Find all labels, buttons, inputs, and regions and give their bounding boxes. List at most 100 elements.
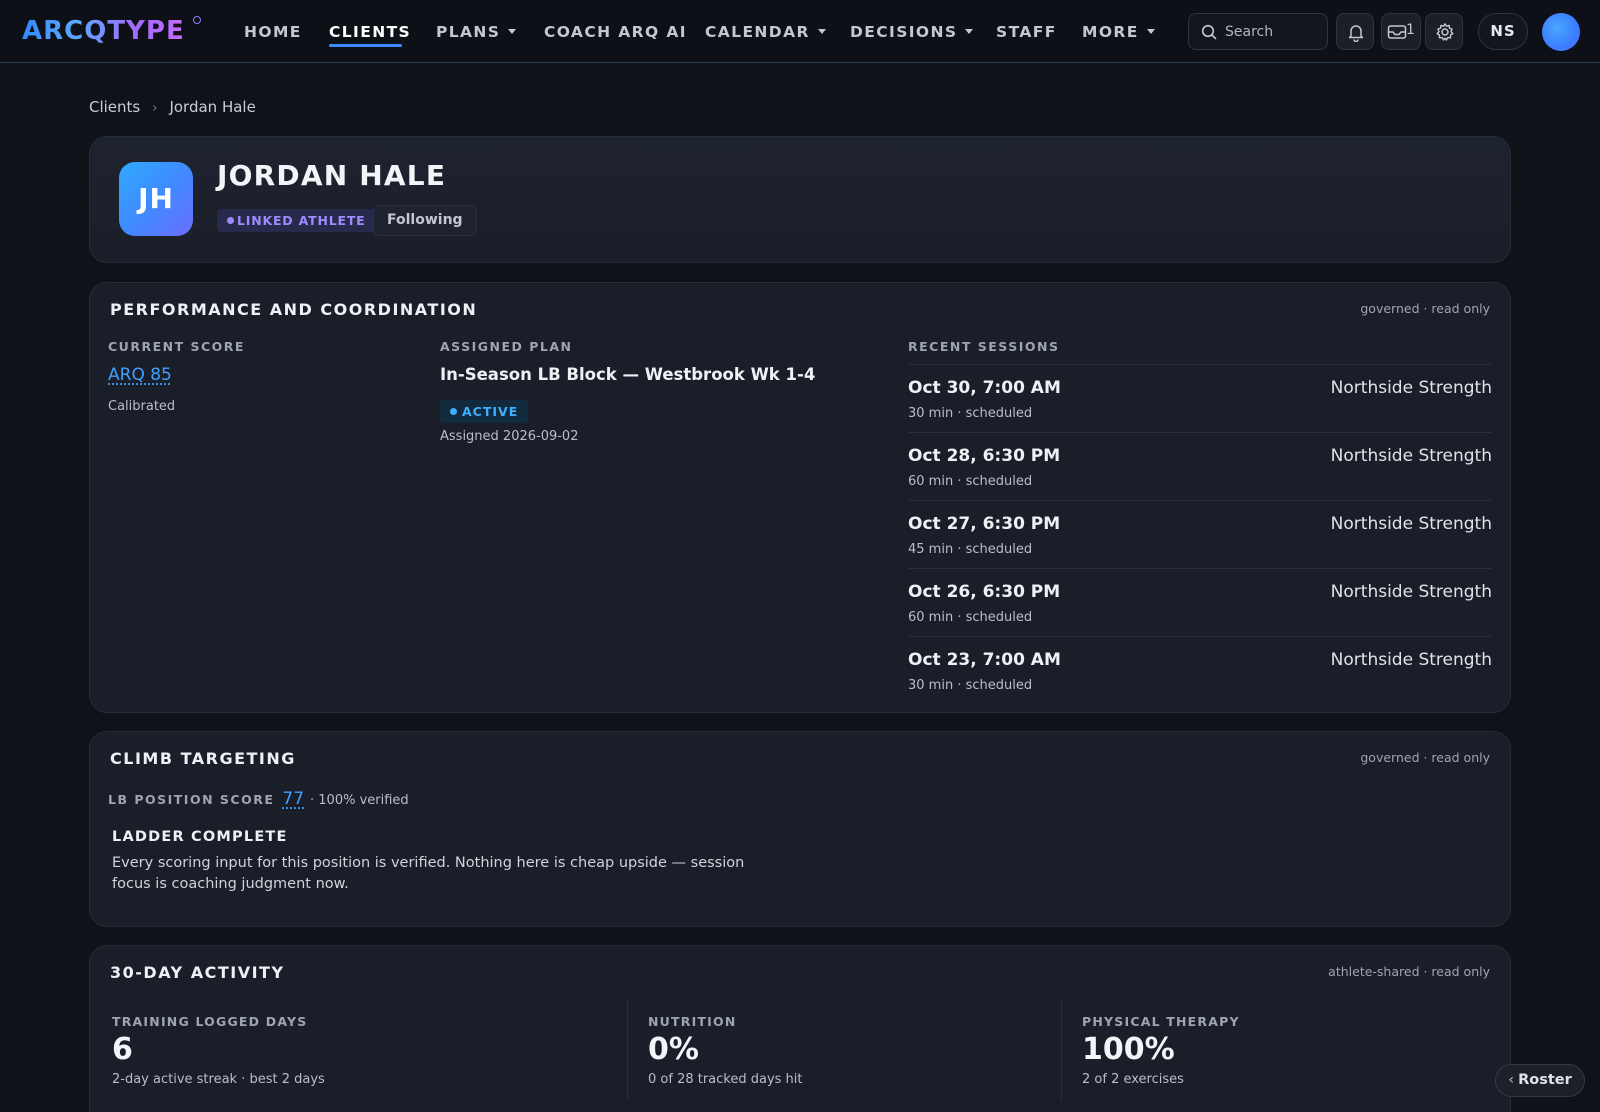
activity-meta: athlete-shared · read only: [1328, 964, 1490, 979]
stat-detail: 2-day active streak · best 2 days: [112, 1072, 325, 1087]
chevron-right-icon: ›: [152, 101, 157, 116]
session-location: Northside Strength: [1331, 582, 1492, 602]
notifications-button[interactable]: [1336, 13, 1374, 50]
activity-title: 30-DAY ACTIVITY: [110, 963, 285, 982]
nav-decisions-label: DECISIONS: [850, 23, 957, 41]
following-button[interactable]: Following: [373, 205, 477, 236]
profile-avatar: JH: [119, 162, 193, 236]
session-detail: 30 min · scheduled: [908, 406, 1032, 421]
top-nav: ARCQTYPE HOME CLIENTS PLANS COACH ARQ AI…: [0, 0, 1600, 63]
stat-detail: 0 of 28 tracked days hit: [648, 1072, 803, 1087]
stat-training: TRAINING LOGGED DAYS 6 2-day active stre…: [112, 1002, 612, 1112]
breadcrumb-clients-link[interactable]: Clients: [89, 98, 140, 116]
inbox-icon: [1387, 22, 1407, 42]
caret-down-icon: [1147, 29, 1155, 34]
session-date: Oct 26, 6:30 PM: [908, 582, 1060, 602]
stat-value: 6: [112, 1032, 133, 1067]
session-detail: 45 min · scheduled: [908, 542, 1032, 557]
stat-divider: [627, 1001, 628, 1101]
score-status: Calibrated: [108, 399, 175, 414]
arq-score-link[interactable]: ARQ 85: [108, 365, 172, 385]
search-icon: [1201, 24, 1217, 40]
lb-verified-text: · 100% verified: [310, 793, 409, 808]
stat-label: NUTRITION: [648, 1014, 736, 1029]
profile-name: JORDAN HALE: [217, 159, 446, 192]
lb-position-score-link[interactable]: 77: [282, 789, 304, 809]
climb-title: CLIMB TARGETING: [110, 749, 296, 768]
plan-status-badge: ACTIVE: [440, 400, 528, 423]
inbox-count-badge: 1: [1406, 22, 1415, 38]
registered-mark-icon: [193, 16, 201, 24]
recent-sessions-label: RECENT SESSIONS: [908, 339, 1059, 354]
performance-title: PERFORMANCE AND COORDINATION: [110, 300, 477, 319]
session-row[interactable]: Oct 23, 7:00 AM 30 min · scheduled North…: [908, 636, 1492, 704]
settings-button[interactable]: [1425, 13, 1463, 50]
performance-meta: governed · read only: [1360, 301, 1490, 316]
plan-name[interactable]: In-Season LB Block — Westbrook Wk 1-4: [440, 365, 815, 384]
nav-active-indicator: [329, 44, 402, 47]
search-box[interactable]: [1188, 13, 1328, 50]
user-initials-button[interactable]: NS: [1478, 13, 1528, 50]
session-location: Northside Strength: [1331, 650, 1492, 670]
nav-more-label: MORE: [1082, 23, 1139, 41]
brand-logo[interactable]: ARCQTYPE: [22, 14, 185, 48]
session-row[interactable]: Oct 30, 7:00 AM 30 min · scheduled North…: [908, 364, 1492, 432]
nav-more[interactable]: MORE: [1082, 18, 1155, 46]
inbox-button[interactable]: 1: [1381, 13, 1421, 50]
stat-label: PHYSICAL THERAPY: [1082, 1014, 1240, 1029]
avatar[interactable]: [1542, 13, 1580, 51]
linked-athlete-badge: LINKED ATHLETE: [217, 209, 376, 232]
breadcrumb: Clients › Jordan Hale: [89, 98, 256, 116]
caret-down-icon: [965, 29, 973, 34]
session-location: Northside Strength: [1331, 446, 1492, 466]
session-row[interactable]: Oct 26, 6:30 PM 60 min · scheduled North…: [908, 568, 1492, 636]
nav-coach-arq-ai[interactable]: COACH ARQ AI: [544, 18, 687, 46]
session-location: Northside Strength: [1331, 378, 1492, 398]
session-row[interactable]: Oct 27, 6:30 PM 45 min · scheduled North…: [908, 500, 1492, 568]
session-location: Northside Strength: [1331, 514, 1492, 534]
plan-assigned-date: Assigned 2026-09-02: [440, 429, 578, 444]
lb-position-row: LB POSITION SCORE 77 · 100% verified: [108, 789, 409, 809]
climb-meta: governed · read only: [1360, 750, 1490, 765]
session-date: Oct 23, 7:00 AM: [908, 650, 1061, 670]
roster-button[interactable]: ‹ Roster: [1495, 1064, 1585, 1097]
climb-targeting-card: CLIMB TARGETING governed · read only LB …: [89, 731, 1511, 927]
activity-card: 30-DAY ACTIVITY athlete-shared · read on…: [89, 945, 1511, 1112]
nav-plans[interactable]: PLANS: [436, 18, 516, 46]
assigned-plan-label: ASSIGNED PLAN: [440, 339, 573, 354]
nav-decisions[interactable]: DECISIONS: [850, 18, 973, 46]
bell-icon: [1346, 22, 1366, 42]
stat-value: 0%: [648, 1032, 699, 1067]
stat-value: 100%: [1082, 1032, 1175, 1067]
nav-plans-label: PLANS: [436, 23, 500, 41]
roster-button-label: Roster: [1518, 1072, 1572, 1088]
nav-calendar[interactable]: CALENDAR: [705, 18, 826, 46]
breadcrumb-current: Jordan Hale: [169, 98, 255, 116]
performance-card: PERFORMANCE AND COORDINATION governed · …: [89, 282, 1511, 713]
session-date: Oct 27, 6:30 PM: [908, 514, 1060, 534]
nav-calendar-label: CALENDAR: [705, 23, 810, 41]
session-date: Oct 28, 6:30 PM: [908, 446, 1060, 466]
ladder-title: LADDER COMPLETE: [112, 829, 288, 845]
caret-down-icon: [818, 29, 826, 34]
stat-physical-therapy: PHYSICAL THERAPY 100% 2 of 2 exercises: [1082, 1002, 1482, 1112]
nav-staff[interactable]: STAFF: [996, 18, 1057, 46]
stat-nutrition: NUTRITION 0% 0 of 28 tracked days hit: [648, 1002, 1048, 1112]
session-detail: 60 min · scheduled: [908, 474, 1032, 489]
session-row[interactable]: Oct 28, 6:30 PM 60 min · scheduled North…: [908, 432, 1492, 500]
session-detail: 60 min · scheduled: [908, 610, 1032, 625]
nav-clients[interactable]: CLIENTS: [329, 18, 411, 46]
current-score-label: CURRENT SCORE: [108, 339, 245, 354]
gear-icon: [1435, 22, 1455, 42]
search-input[interactable]: [1225, 14, 1321, 49]
stat-label: TRAINING LOGGED DAYS: [112, 1014, 308, 1029]
stat-divider: [1061, 1001, 1062, 1101]
nav-home[interactable]: HOME: [244, 18, 302, 46]
ladder-description: Every scoring input for this position is…: [112, 853, 752, 895]
chevron-left-icon: ‹: [1508, 1072, 1514, 1088]
session-date: Oct 30, 7:00 AM: [908, 378, 1061, 398]
profile-card: JH JORDAN HALE LINKED ATHLETE Following: [89, 136, 1511, 263]
lb-position-label: LB POSITION SCORE: [108, 792, 274, 807]
stat-detail: 2 of 2 exercises: [1082, 1072, 1184, 1087]
caret-down-icon: [508, 29, 516, 34]
